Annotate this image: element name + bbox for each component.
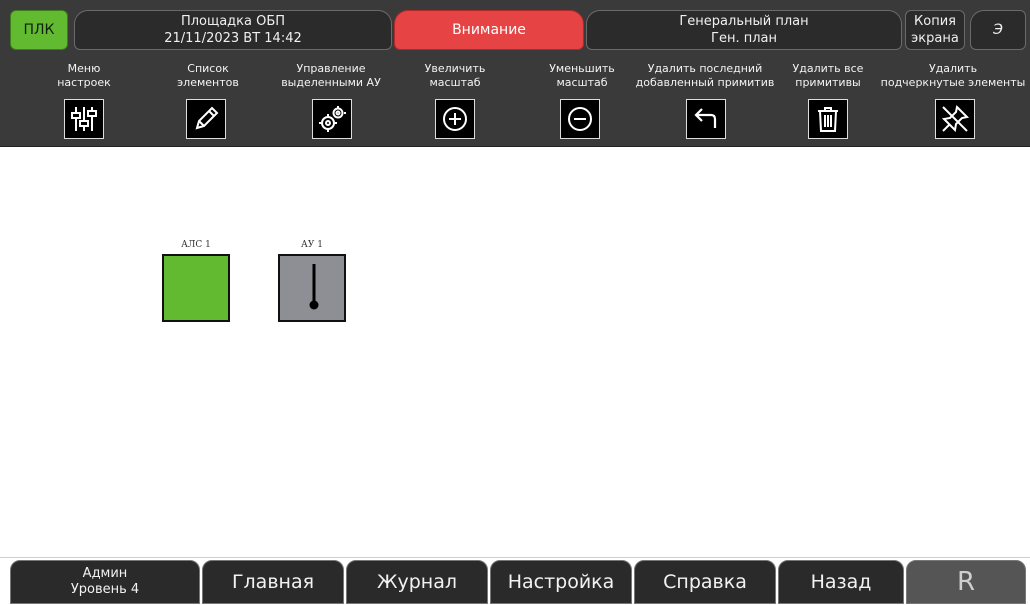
tool-element-list[interactable]: Список элементов xyxy=(168,62,248,139)
tool-bar: Меню настроек Список элементов Управлени xyxy=(0,62,1030,146)
zoom-in-icon[interactable] xyxy=(435,99,475,139)
tab-help-label: Справка xyxy=(663,571,747,593)
als-1-element[interactable] xyxy=(162,254,230,322)
datetime: 21/11/2023 ВТ 14:42 xyxy=(164,31,302,46)
plk-status-button[interactable]: ПЛК xyxy=(10,10,68,50)
plan-title-panel[interactable]: Генеральный план Ген. план xyxy=(586,10,902,50)
tool-label: Меню xyxy=(67,62,101,75)
tool-label: Уменьшить xyxy=(549,62,615,75)
e-button-label: Э xyxy=(993,21,1003,38)
pin-off-icon[interactable] xyxy=(935,99,975,139)
tab-journal-label: Журнал xyxy=(377,571,457,593)
tool-zoom-out[interactable]: Уменьшить масштаб xyxy=(542,62,622,139)
tool-label: Удалить xyxy=(928,62,978,75)
tool-label: Удалить последний xyxy=(647,62,763,75)
tool-delete-all-primitives[interactable]: Удалить все примитивы xyxy=(788,62,868,139)
thermometer-icon xyxy=(309,264,319,310)
zoom-out-icon[interactable] xyxy=(560,99,600,139)
tool-control-selected[interactable]: Управление выделенными АУ xyxy=(276,62,386,139)
tool-label: Управление xyxy=(296,62,366,75)
tool-label: выделенными АУ xyxy=(281,76,381,89)
site-info-panel[interactable]: Площадка ОБП 21/11/2023 ВТ 14:42 xyxy=(74,10,392,50)
site-name: Площадка ОБП xyxy=(180,14,286,29)
plan-title: Генеральный план xyxy=(679,14,809,29)
tool-label: подчеркнутые элементы xyxy=(880,76,1026,89)
r-button[interactable]: R xyxy=(906,560,1026,604)
tool-label: масштаб xyxy=(556,76,608,89)
screenshot-button[interactable]: Копия экрана xyxy=(905,10,965,50)
tool-zoom-in[interactable]: Увеличить масштаб xyxy=(415,62,495,139)
gears-icon[interactable] xyxy=(312,99,352,139)
tab-main-label: Главная xyxy=(231,571,315,593)
tab-main[interactable]: Главная xyxy=(202,560,344,604)
sliders-icon[interactable] xyxy=(64,99,104,139)
tool-delete-underlined[interactable]: Удалить подчеркнутые элементы xyxy=(880,62,1026,139)
back-button[interactable]: Назад xyxy=(778,560,904,604)
plan-short-title: Ген. план xyxy=(711,31,777,46)
trash-icon[interactable] xyxy=(808,99,848,139)
alert-button[interactable]: Внимание xyxy=(394,10,584,50)
als-1-label: АЛС 1 xyxy=(181,240,211,250)
tool-label: Увеличить xyxy=(424,62,486,75)
tool-label: добавленный примитив xyxy=(635,76,775,89)
au-1-element[interactable] xyxy=(278,254,346,322)
tab-settings-label: Настройка xyxy=(507,571,615,593)
tool-label: масштаб xyxy=(429,76,481,89)
plan-canvas[interactable]: АЛС 1 АУ 1 xyxy=(0,147,1030,557)
screenshot-label-2: экрана xyxy=(911,31,959,46)
tool-label: примитивы xyxy=(795,76,861,89)
back-button-label: Назад xyxy=(810,571,872,593)
tool-settings-menu[interactable]: Меню настроек xyxy=(44,62,124,139)
screenshot-label-1: Копия xyxy=(914,14,956,29)
undo-arrow-icon[interactable] xyxy=(686,99,726,139)
user-level: Уровень 4 xyxy=(70,582,140,597)
top-status-bar: ПЛК Площадка ОБП 21/11/2023 ВТ 14:42 Вни… xyxy=(0,0,1030,147)
tab-journal[interactable]: Журнал xyxy=(346,560,488,604)
r-button-label: R xyxy=(956,567,976,597)
tool-label: настроек xyxy=(57,76,111,89)
tab-settings[interactable]: Настройка xyxy=(490,560,632,604)
tool-label: элементов xyxy=(177,76,239,89)
tool-label: Список xyxy=(187,62,229,75)
pencil-icon[interactable] xyxy=(186,99,226,139)
user-role: Админ xyxy=(82,566,128,581)
e-button[interactable]: Э xyxy=(970,10,1026,50)
user-info-button[interactable]: Админ Уровень 4 xyxy=(10,560,200,604)
tool-label: Удалить все xyxy=(792,62,864,75)
bottom-nav-bar: Админ Уровень 4 Главная Журнал Настройка… xyxy=(0,557,1030,605)
tab-help[interactable]: Справка xyxy=(634,560,776,604)
alert-label: Внимание xyxy=(452,21,526,38)
tool-delete-last-primitive[interactable]: Удалить последний добавленный примитив xyxy=(630,62,780,139)
au-1-label: АУ 1 xyxy=(301,240,323,250)
plk-label: ПЛК xyxy=(23,21,55,38)
